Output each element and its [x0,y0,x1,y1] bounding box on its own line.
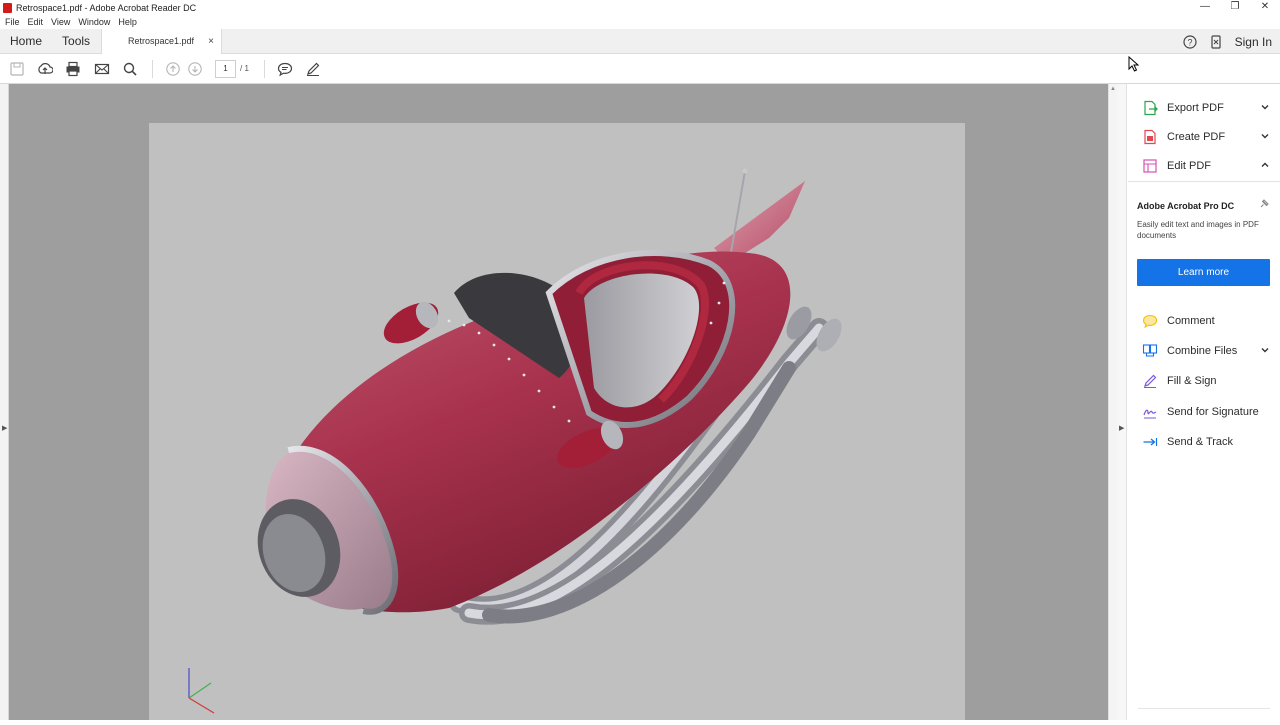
title-bar: Retrospace1.pdf - Adobe Acrobat Reader D… [0,0,1280,15]
tools-pane-splitter[interactable]: ▶ [1117,84,1127,720]
tool-label: Combine Files [1167,345,1238,357]
tab-bar: Home Tools Retrospace1.pdf × ? Sign In [0,29,1280,54]
tool-label: Export PDF [1167,102,1224,114]
comment-icon[interactable] [277,61,293,77]
edit-pdf-icon [1143,159,1157,173]
tool-comment[interactable]: Comment [1128,308,1270,334]
menu-bar: File Edit View Window Help [0,15,1280,29]
menu-window[interactable]: Window [74,17,114,27]
page-number-input[interactable]: 1 [215,60,236,78]
promo-title: Adobe Acrobat Pro DC [1137,201,1235,211]
tool-label: Comment [1167,315,1215,327]
sign-in-button[interactable]: Sign In [1235,35,1272,49]
tab-tools[interactable]: Tools [52,29,100,54]
tool-label: Fill & Sign [1167,375,1217,387]
tool-create-pdf[interactable]: Create PDF [1128,124,1270,150]
axis-triad [188,668,215,714]
learn-more-button[interactable]: Learn more [1137,259,1270,286]
toolbar-separator [264,60,265,78]
pen-icon[interactable] [305,61,321,77]
scroll-up-icon[interactable]: ▲ [1110,86,1116,92]
fill-sign-icon [1144,374,1157,388]
tool-combine-files[interactable]: Combine Files [1128,338,1270,364]
tail-fin [714,181,805,263]
tool-label: Edit PDF [1167,160,1212,172]
promo-description: Easily edit text and images in PDF docum… [1137,220,1259,240]
toolbar: 1 / 1 [0,55,1280,84]
tool-label: Send & Track [1167,436,1234,448]
chevron-down-icon[interactable] [1260,345,1270,355]
page-total: / 1 [240,64,249,73]
mouse-cursor-icon [1128,56,1140,72]
help-icon[interactable]: ? [1183,34,1197,49]
edit-pdf-promo: Adobe Acrobat Pro DC Easily edit text an… [1128,181,1280,289]
tool-send-for-signature[interactable]: Send for Signature [1128,399,1270,425]
pin-icon[interactable] [1259,198,1270,209]
comment-tool-icon [1142,314,1158,329]
create-pdf-icon [1144,129,1156,145]
vertical-scrollbar[interactable]: ▲ [1108,84,1117,720]
menu-edit[interactable]: Edit [24,17,48,27]
export-pdf-icon [1144,100,1158,116]
tool-label: Create PDF [1167,131,1226,143]
search-icon[interactable] [122,61,138,77]
tool-label: Send for Signature [1167,406,1259,418]
print-icon[interactable] [65,61,81,77]
menu-file[interactable]: File [0,17,24,27]
tab-document[interactable]: Retrospace1.pdf × [101,29,222,54]
close-tab-button[interactable]: × [208,29,214,54]
window-controls: — ❐ ✕ [1190,0,1280,15]
svg-text:?: ? [1187,37,1192,47]
save-icon[interactable] [9,61,25,77]
chevron-down-icon[interactable] [1260,131,1270,141]
window-title: Retrospace1.pdf - Adobe Acrobat Reader D… [16,2,197,13]
menu-view[interactable]: View [47,17,74,27]
pdf-page[interactable] [149,123,965,720]
email-icon[interactable] [94,61,110,77]
send-signature-icon [1143,409,1157,419]
document-tab-label: Retrospace1.pdf [128,36,195,46]
navigation-pane-toggle[interactable]: ▶ [0,84,9,720]
tools-pane: Export PDF Create PDF Edit PDF Adobe Acr… [1128,84,1280,720]
combine-files-icon [1142,344,1158,357]
chevron-down-icon[interactable] [1260,102,1270,112]
toolbar-separator [152,60,153,78]
collapse-right-icon: ▶ [1119,425,1125,432]
page-up-icon[interactable] [165,61,181,77]
restore-button[interactable]: ❐ [1220,0,1250,15]
chevron-up-icon[interactable] [1260,160,1270,170]
menu-help[interactable]: Help [114,17,141,27]
send-track-icon [1143,438,1158,446]
close-window-button[interactable]: ✕ [1250,0,1280,15]
expand-left-icon: ▶ [2,425,8,432]
acrobat-app-icon [3,2,12,13]
panel-divider [1138,708,1270,709]
tool-fill-sign[interactable]: Fill & Sign [1128,368,1270,394]
upload-icon[interactable] [37,61,53,77]
tool-send-track[interactable]: Send & Track [1128,429,1270,455]
tool-export-pdf[interactable]: Export PDF [1128,95,1270,121]
tool-edit-pdf[interactable]: Edit PDF [1128,153,1270,179]
mobile-link-icon[interactable] [1209,34,1223,49]
minimize-button[interactable]: — [1190,0,1220,15]
rocket-car-3d-model[interactable] [149,123,965,720]
header-right: ? Sign In [1183,29,1280,54]
tab-home[interactable]: Home [0,29,52,54]
page-down-icon[interactable] [187,61,203,77]
